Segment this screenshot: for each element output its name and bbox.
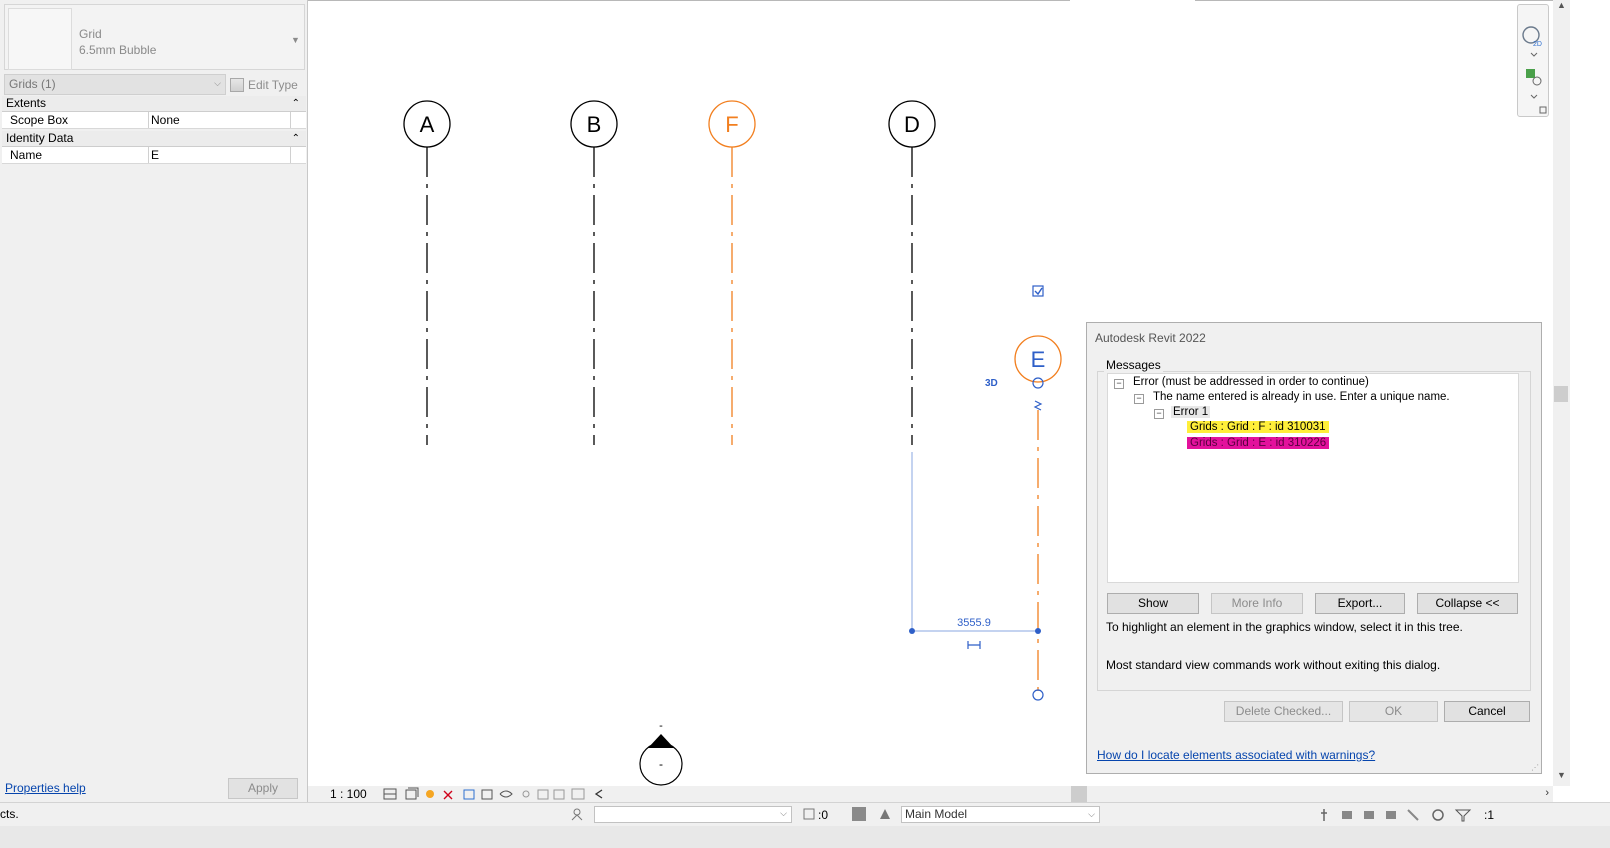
help-link[interactable]: How do I locate elements associated with… — [1097, 748, 1375, 762]
svg-text:2D: 2D — [1533, 41, 1542, 48]
navigation-bar-icons: 2D — [1522, 26, 1547, 114]
property-key: Name — [10, 148, 43, 162]
worksets-icon[interactable] — [570, 807, 584, 821]
exclude-options-icon[interactable] — [878, 807, 892, 824]
hint-view-commands: Most standard view commands work without… — [1106, 658, 1441, 672]
design-option-select[interactable]: Main Model ⌵ — [901, 806, 1100, 823]
chevron-down-icon: ⌵ — [1088, 809, 1095, 819]
group-label: Identity Data — [6, 131, 74, 145]
dialog-title: Autodesk Revit 2022 — [1095, 331, 1206, 345]
cancel-button[interactable]: Cancel — [1444, 701, 1530, 722]
scroll-thumb[interactable] — [1554, 386, 1568, 402]
property-value[interactable]: E — [151, 148, 159, 162]
export-button[interactable]: Export... — [1315, 593, 1405, 614]
filter-count: :1 — [1484, 808, 1495, 822]
apply-button[interactable]: Apply — [228, 778, 298, 799]
messages-label: Messages — [1104, 358, 1163, 372]
resize-grip-icon[interactable]: ⋰ — [1531, 763, 1539, 772]
properties-help-link[interactable]: Properties help — [5, 781, 86, 795]
chevron-down-icon[interactable]: ▼ — [291, 35, 300, 45]
instance-filter-select[interactable]: Grids (1) ⌵ — [4, 74, 226, 95]
tree-node-error-1[interactable]: Error 1 — [1171, 406, 1211, 418]
window-bottom-strip — [0, 826, 1610, 848]
type-name: Grid — [79, 27, 102, 41]
chevron-down-icon: ⌵ — [780, 808, 787, 818]
view-control-icons[interactable] — [382, 786, 612, 802]
chevron-down-icon: ⌵ — [214, 78, 221, 88]
grid-line-b[interactable]: B — [570, 100, 618, 445]
3d-extents-label[interactable]: 3D — [985, 378, 998, 389]
vertical-scrollbar[interactable]: ▲ ▼ — [1553, 0, 1570, 786]
group-label: Extents — [6, 96, 47, 110]
messages-tree[interactable]: − Error (must be addressed in order to c… — [1107, 373, 1519, 583]
grid-line-d[interactable]: D — [888, 100, 936, 445]
design-options-icon[interactable] — [852, 807, 866, 821]
view-scale[interactable]: 1 : 100 — [330, 787, 367, 801]
grid-bubble-label: D — [904, 112, 920, 137]
tree-node-element[interactable]: Grids : Grid : F : id 310031 — [1187, 421, 1329, 433]
edit-type-button[interactable]: Edit Type — [230, 74, 298, 95]
type-subtype: 6.5mm Bubble — [79, 43, 157, 57]
status-text: cts. — [0, 807, 19, 821]
property-row-scope-box[interactable]: Scope Box None — [2, 112, 306, 129]
collapse-icon[interactable]: ⌃ — [292, 131, 300, 146]
grid-bubble-label: A — [420, 112, 435, 137]
status-bar: cts. ⌵ :0 Main Model ⌵ :1 — [0, 802, 1610, 826]
selection-count: :0 — [818, 808, 829, 822]
tree-toggle-icon[interactable]: − — [1134, 394, 1144, 404]
edit-type-label: Edit Type — [248, 77, 298, 92]
grid-bubble-label: F — [725, 112, 738, 137]
error-dialog: Autodesk Revit 2022 Messages − Error (mu… — [1086, 322, 1542, 774]
show-button[interactable]: Show — [1107, 593, 1199, 614]
temporary-dimension[interactable]: 3555.9 — [909, 452, 1041, 649]
type-thumbnail — [8, 8, 72, 70]
tree-toggle-icon[interactable]: − — [1114, 379, 1124, 389]
elevation-mark[interactable]: - - — [639, 720, 683, 786]
tree-node-element[interactable]: Grids : Grid : E : id 310226 — [1187, 437, 1330, 449]
edit-type-icon — [230, 77, 244, 92]
property-key: Scope Box — [10, 113, 69, 127]
collapse-icon[interactable]: ⌃ — [292, 96, 300, 111]
ok-button[interactable]: OK — [1349, 701, 1438, 722]
workset-select[interactable]: ⌵ — [594, 806, 792, 823]
hint-highlight: To highlight an element in the graphics … — [1106, 620, 1463, 634]
design-option-value: Main Model — [905, 807, 968, 821]
navigation-bar[interactable]: 2D — [1517, 4, 1549, 117]
view-control-bar: 1 : 100 › — [308, 786, 1553, 802]
grid-line-e[interactable]: E — [1014, 335, 1062, 701]
type-selector[interactable]: Grid 6.5mm Bubble ▼ — [4, 4, 305, 70]
grid-bubble-label: E — [1031, 347, 1046, 372]
tree-node-error[interactable]: Error (must be addressed in order to con… — [1133, 376, 1369, 388]
elevation-label: - — [659, 757, 663, 771]
delete-checked-button[interactable]: Delete Checked... — [1224, 701, 1343, 722]
grid-line-f[interactable]: F — [708, 100, 756, 445]
property-row-name[interactable]: Name E — [2, 147, 306, 164]
properties-palette: Grid 6.5mm Bubble ▼ Grids (1) ⌵ Edit Typ… — [0, 0, 308, 826]
group-identity-data[interactable]: Identity Data ⌃ — [2, 131, 306, 147]
grid-bubble-label: B — [587, 112, 602, 137]
editable-only-icon[interactable] — [802, 807, 816, 824]
group-extents[interactable]: Extents ⌃ — [2, 96, 306, 112]
h-scroll-thumb[interactable] — [1071, 786, 1087, 802]
collapse-button[interactable]: Collapse << — [1417, 593, 1518, 614]
more-info-button[interactable]: More Info — [1211, 593, 1303, 614]
elevation-label-top: - — [659, 720, 663, 732]
grid-line-a[interactable]: A — [403, 100, 451, 445]
property-value[interactable]: None — [151, 113, 180, 127]
selection-toggle-icons[interactable] — [1320, 807, 1480, 823]
dimension-value[interactable]: 3555.9 — [957, 617, 991, 629]
tree-node-message[interactable]: The name entered is already in use. Ente… — [1153, 391, 1450, 403]
filter-value: Grids (1) — [9, 77, 56, 91]
tree-toggle-icon[interactable]: − — [1154, 409, 1164, 419]
